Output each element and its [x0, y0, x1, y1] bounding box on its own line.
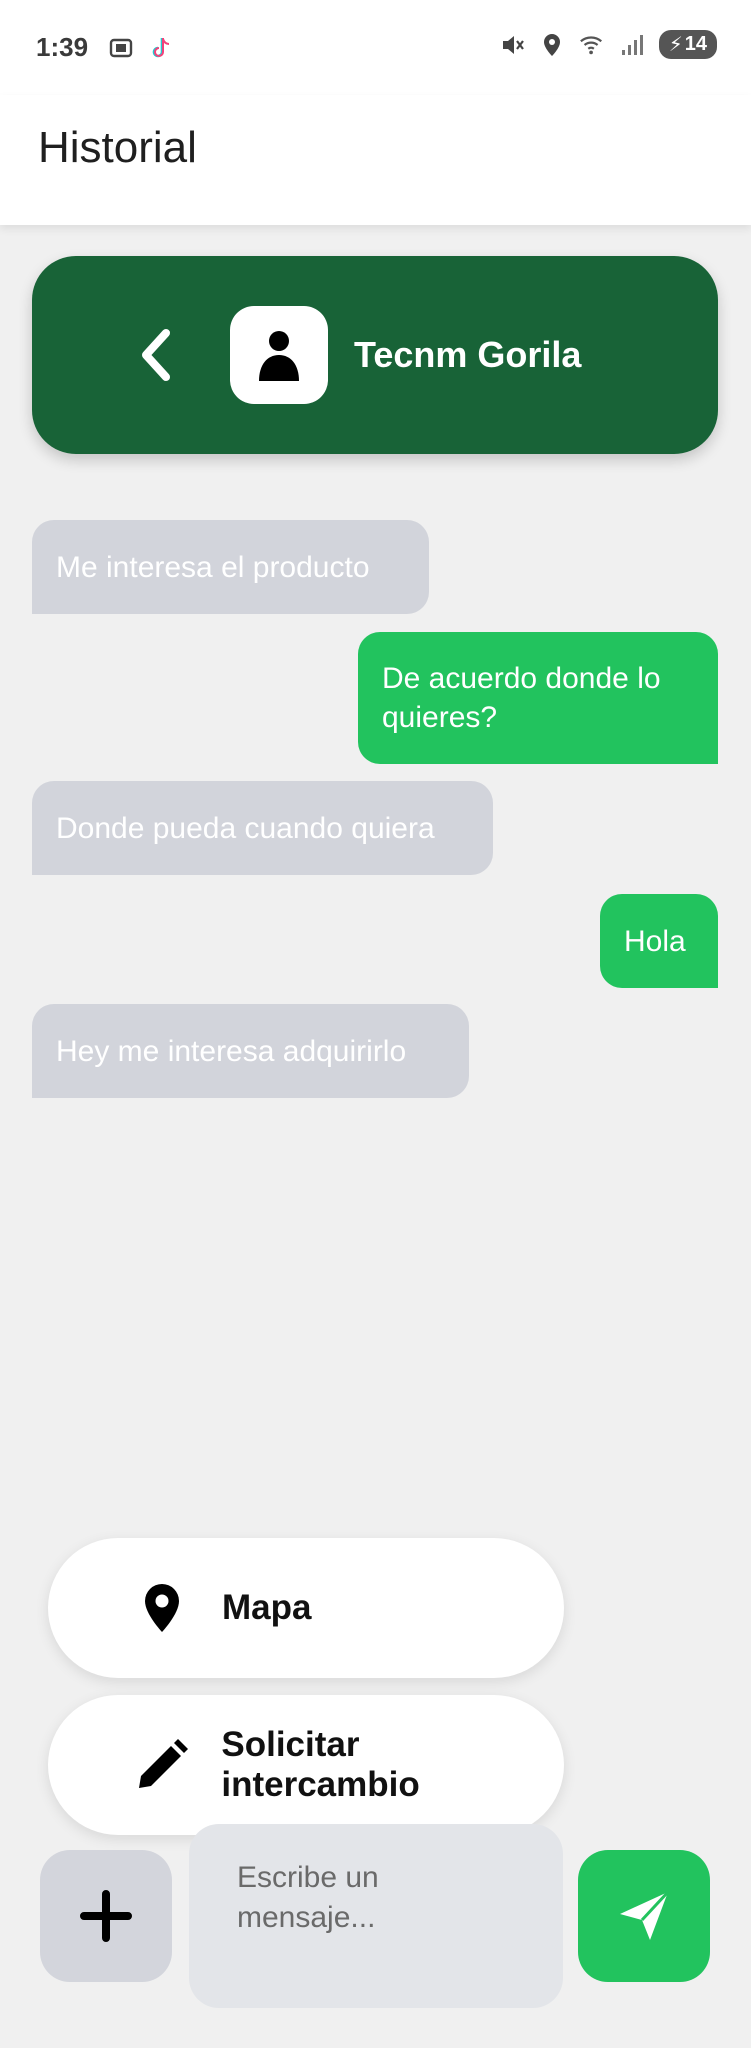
- back-button[interactable]: [128, 324, 184, 386]
- location-icon: [539, 32, 565, 58]
- battery-level: 14: [684, 33, 707, 55]
- send-button[interactable]: [578, 1850, 710, 1982]
- wifi-icon: [579, 32, 605, 58]
- screenshot-icon: [108, 35, 134, 61]
- chevron-left-icon: [142, 329, 170, 381]
- message-bubble-incoming: Donde pueda cuando quiera: [32, 781, 493, 875]
- request-exchange-label: Solicitar intercambio: [221, 1725, 420, 1804]
- avatar[interactable]: [230, 306, 328, 404]
- plus-icon: [80, 1890, 132, 1942]
- pencil-icon: [132, 1735, 191, 1795]
- chat-header: Tecnm Gorila: [32, 256, 718, 454]
- app-bar: Historial: [0, 95, 751, 225]
- message-text: Donde pueda cuando quiera: [56, 811, 435, 845]
- status-system-icons: ⚡ 14: [499, 30, 717, 59]
- charging-bolt-icon: ⚡: [668, 34, 683, 56]
- message-text: De acuerdo donde lo quieres?: [382, 662, 661, 734]
- mute-icon: [499, 32, 525, 58]
- message-text: Hey me interesa adquirirlo: [56, 1034, 407, 1068]
- status-notification-icons: [108, 35, 174, 61]
- map-action-button[interactable]: Mapa: [48, 1538, 564, 1678]
- person-icon: [259, 331, 299, 381]
- status-time: 1:39: [36, 32, 89, 62]
- location-pin-icon: [132, 1578, 192, 1638]
- message-input[interactable]: [189, 1824, 563, 2008]
- tiktok-icon: [148, 35, 174, 61]
- request-exchange-button[interactable]: Solicitar intercambio: [48, 1695, 564, 1835]
- message-bubble-outgoing: De acuerdo donde lo quieres?: [358, 632, 718, 764]
- message-bubble-incoming: Me interesa el producto: [32, 520, 429, 614]
- message-text: Me interesa el producto: [56, 550, 370, 584]
- signal-icon: [619, 32, 645, 58]
- attach-button[interactable]: [40, 1850, 172, 1982]
- send-icon: [620, 1890, 670, 1940]
- map-action-label: Mapa: [222, 1588, 312, 1627]
- message-text: Hola: [624, 924, 686, 958]
- page-title: Historial: [38, 123, 197, 172]
- message-bubble-outgoing: Hola: [600, 894, 718, 988]
- contact-name: Tecnm Gorila: [354, 334, 582, 375]
- battery-icon: ⚡ 14: [658, 30, 717, 59]
- message-bubble-incoming: Hey me interesa adquirirlo: [32, 1004, 469, 1098]
- status-bar: 1:39 ⚡ 14: [0, 0, 751, 95]
